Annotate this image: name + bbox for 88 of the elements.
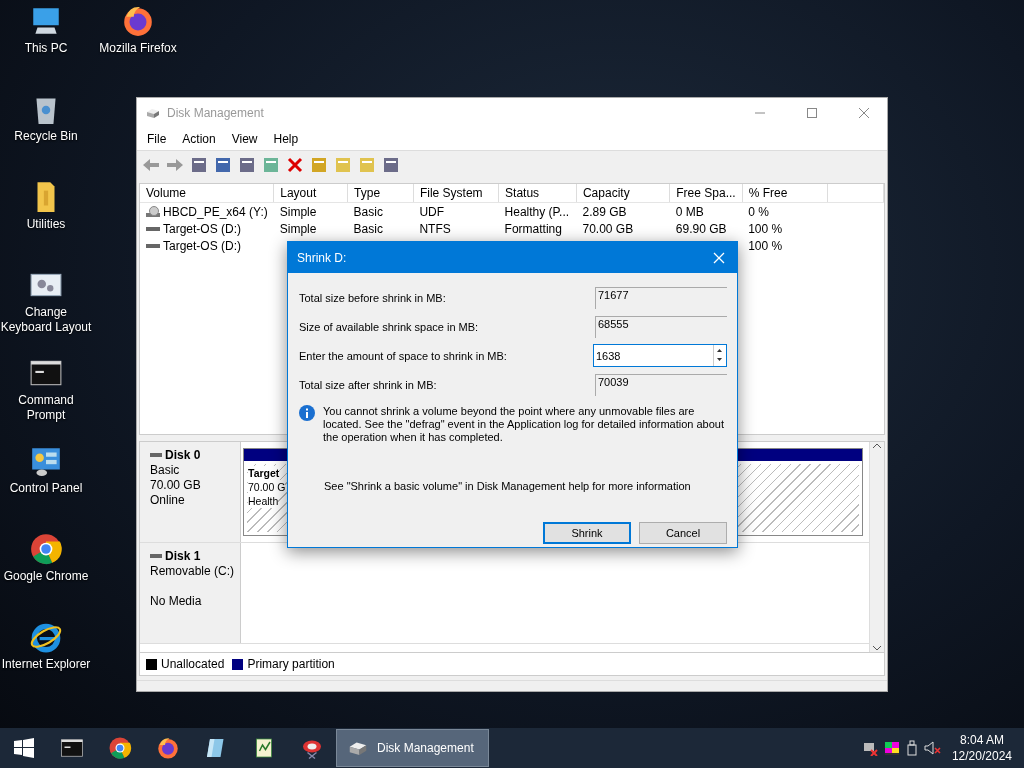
legend-label: Unallocated xyxy=(161,657,225,671)
network-icon[interactable] xyxy=(861,740,878,756)
shrink-amount-field[interactable]: 1638 xyxy=(593,344,727,367)
legend-label: Primary partition xyxy=(247,657,335,671)
table-cell: 100 % xyxy=(748,221,783,236)
desktop-icon-label[interactable]: This PC xyxy=(0,41,92,56)
column-header[interactable]: Type xyxy=(347,184,414,203)
desktop-icon-label[interactable]: Command Prompt xyxy=(0,393,92,423)
field-label: Total size before shrink in MB: xyxy=(299,291,446,304)
menu-item[interactable]: Action xyxy=(174,132,224,146)
field-label: Total size after shrink in MB: xyxy=(299,378,437,391)
table-cell: HBCD_PE_x64 (Y:) xyxy=(163,204,268,219)
drive-icon xyxy=(146,225,160,232)
chrome-icon xyxy=(29,532,63,566)
taskbar-app-button[interactable]: Disk Management xyxy=(336,729,489,767)
table-cell: 2.89 GB xyxy=(582,204,627,219)
table-cell: Target-OS (D:) xyxy=(163,238,241,253)
table-cell: 69.90 GB xyxy=(675,221,727,236)
drive-icon xyxy=(150,554,162,559)
maximize-icon[interactable] xyxy=(807,108,817,118)
drive-icon xyxy=(146,242,160,249)
desktop-icon-label[interactable]: Control Panel xyxy=(0,481,92,496)
cd-drive-icon xyxy=(146,205,160,218)
column-header[interactable]: File System xyxy=(413,184,499,203)
table-cell: 70.00 GB xyxy=(582,221,634,236)
table-cell: 0 MB xyxy=(675,204,704,219)
column-header[interactable]: Free Spa... xyxy=(669,184,743,203)
info-text: You cannot shrink a volume beyond the point where any unmovable files are located. See the "defrag" event in the Application log for detailed information about the operation when it has completed. xyxy=(323,405,726,444)
partition-name: Target xyxy=(248,466,280,480)
desktop-icon-label[interactable]: Utilities xyxy=(0,217,92,232)
desktop-icon-label[interactable]: Change Keyboard Layout xyxy=(0,305,92,335)
field-label: Size of available shrink space in MB: xyxy=(299,320,479,333)
partition-size: 70.00 G xyxy=(248,480,286,494)
desktop-icon-label[interactable]: Mozilla Firefox xyxy=(92,41,184,56)
readonly-field: 71677 xyxy=(595,286,727,309)
field-label: Enter the amount of space to shrink in MB: xyxy=(299,349,507,362)
table-cell: NTFS xyxy=(419,221,451,236)
column-header[interactable]: Status xyxy=(498,184,577,203)
dialog-title: Shrink D: xyxy=(297,250,348,265)
partition-status: Health xyxy=(248,494,279,508)
table-cell: Simple xyxy=(279,204,317,219)
readonly-field: 70039 xyxy=(595,373,727,396)
firefox-icon xyxy=(156,736,180,760)
window-title: Disk Management xyxy=(167,106,265,120)
table-cell: Basic xyxy=(353,204,383,219)
table-cell: Target-OS (D:) xyxy=(163,221,241,236)
table-cell: Healthy (P... xyxy=(504,204,570,219)
desktop-icon-label[interactable]: Internet Explorer xyxy=(0,657,92,672)
drive-icon xyxy=(150,453,162,458)
table-cell: 100 % xyxy=(748,238,783,253)
scroll-up-icon[interactable] xyxy=(872,442,882,450)
info-icon xyxy=(299,405,315,421)
table-cell: Basic xyxy=(353,221,383,236)
disk-info: Removable (C:) xyxy=(150,564,236,579)
scroll-down-icon[interactable] xyxy=(872,644,882,652)
chrome-icon xyxy=(108,736,132,760)
disk-name: Disk 0 xyxy=(165,448,201,463)
usb-drive-icon[interactable] xyxy=(905,740,918,756)
table-cell: UDF xyxy=(419,204,445,219)
desktop-icon-label[interactable]: Recycle Bin xyxy=(0,129,92,144)
column-header[interactable]: Volume xyxy=(140,184,274,203)
firefox-icon xyxy=(121,4,155,38)
table-cell: Formatting xyxy=(504,221,562,236)
shrink-button[interactable]: Shrink xyxy=(543,522,631,544)
menu-item[interactable]: View xyxy=(223,132,266,146)
color-display-icon[interactable] xyxy=(883,740,900,756)
command-prompt-icon xyxy=(60,736,84,760)
disk-name: Disk 1 xyxy=(165,549,201,564)
disk-info: 70.00 GB xyxy=(150,478,202,493)
cancel-button[interactable]: Cancel xyxy=(639,522,727,544)
clock[interactable]: 8:04 AM 12/20/2024 xyxy=(951,732,1012,764)
column-header[interactable]: % Free xyxy=(742,184,828,203)
menu-item[interactable]: File xyxy=(139,132,175,146)
delete-icon[interactable] xyxy=(285,155,305,175)
table-cell: 0 % xyxy=(748,204,769,219)
disk-status: No Media xyxy=(150,594,203,609)
readonly-field: 68555 xyxy=(595,315,727,338)
desktop-icon-label[interactable]: Google Chrome xyxy=(0,569,92,584)
column-header[interactable]: Capacity xyxy=(576,184,670,203)
start-icon[interactable] xyxy=(14,738,34,758)
close-icon[interactable] xyxy=(859,108,869,118)
disk-status: Online xyxy=(150,493,186,508)
menu-item[interactable]: Help xyxy=(265,132,307,146)
disk-info: Basic xyxy=(150,463,181,478)
muted-speaker-icon[interactable] xyxy=(923,740,942,756)
help-text: See "Shrink a basic volume" in Disk Management help for more information xyxy=(324,480,692,492)
table-cell: Simple xyxy=(279,221,317,236)
column-header[interactable]: Layout xyxy=(273,184,348,203)
